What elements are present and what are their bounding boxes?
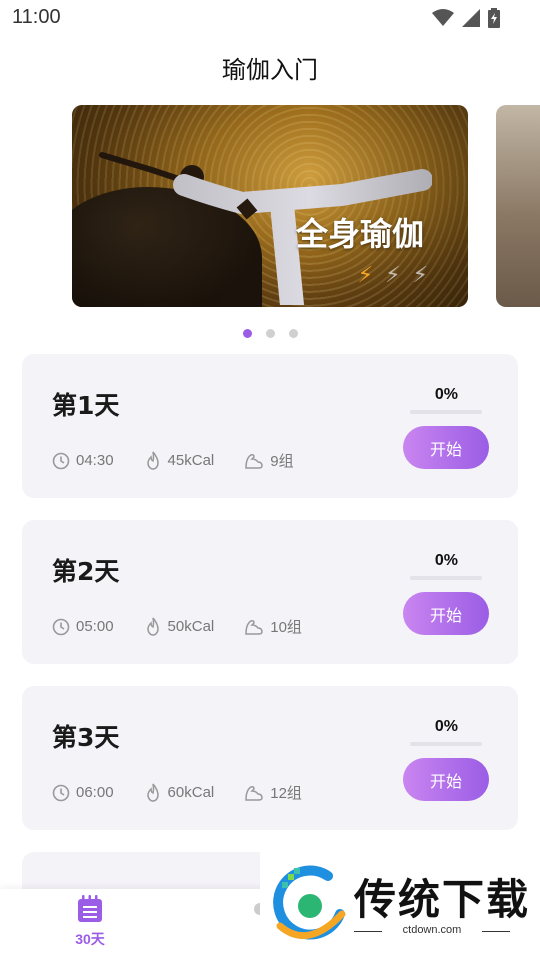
muscle-arm-icon (245, 453, 264, 469)
status-icons (432, 8, 500, 28)
groups-stat: 9组 (244, 450, 294, 471)
groups-stat: 10组 (244, 616, 302, 637)
clock-icon (52, 784, 70, 801)
lightning-bolt-icon: ⚡ (385, 263, 401, 288)
page-title: 瑜伽入门 (222, 56, 318, 84)
day-title: 第3天 (52, 723, 120, 752)
groups-value: 12组 (270, 785, 302, 802)
day-card[interactable]: 第1天 04:30 45kCal 9组 0% 开始 (22, 354, 518, 498)
watermark-url: ctdown.com (354, 924, 510, 936)
clock-icon (52, 452, 70, 469)
carousel-dot[interactable] (242, 329, 252, 338)
start-button[interactable]: 开始 (403, 426, 489, 469)
duration-value: 04:30 (76, 452, 114, 469)
battery-icon (488, 8, 500, 28)
watermark: 传统下载 ctdown.com (260, 852, 540, 960)
start-button[interactable]: 开始 (403, 592, 489, 635)
lightning-bolt-icon: ⚡ (357, 263, 374, 288)
banner-card-next[interactable] (496, 105, 540, 307)
calories-value: 50kCal (167, 618, 215, 635)
groups-stat: 12组 (244, 782, 302, 803)
duration-stat: 05:00 (52, 618, 114, 636)
wifi-icon (432, 9, 454, 26)
progress-bar (410, 410, 482, 414)
duration-value: 05:00 (76, 618, 114, 635)
flame-icon (146, 451, 159, 470)
cell-signal-icon (462, 9, 480, 27)
progress-label: 0% (434, 386, 458, 403)
groups-value: 10组 (270, 619, 302, 636)
calendar-list-icon (78, 895, 102, 922)
progress-bar (410, 576, 482, 580)
banner-title: 全身瑜伽 (295, 215, 424, 253)
banner-card-full-body-yoga[interactable]: 全身瑜伽 ⚡ ⚡ ⚡ (72, 105, 468, 307)
muscle-arm-icon (245, 785, 264, 801)
duration-value: 06:00 (76, 784, 114, 801)
status-time: 11:00 (12, 6, 61, 28)
groups-value: 9组 (270, 453, 294, 470)
course-carousel[interactable]: 全身瑜伽 ⚡ ⚡ ⚡ (0, 105, 540, 307)
tab-label: 30天 (75, 931, 105, 947)
day-title: 第2天 (52, 557, 120, 586)
progress-label: 0% (434, 718, 458, 735)
flame-icon (146, 617, 159, 636)
calories-value: 45kCal (167, 452, 215, 469)
watermark-logo (273, 865, 346, 940)
start-button[interactable]: 开始 (403, 758, 489, 801)
tab-30-days[interactable]: 30天 (50, 895, 130, 949)
flame-icon (146, 783, 159, 802)
day-stats: 06:00 60kCal 12组 (52, 782, 332, 803)
status-bar: 11:00 (0, 0, 540, 36)
lightning-bolt-icon: ⚡ (412, 263, 428, 288)
carousel-dot[interactable] (288, 329, 298, 338)
progress-label: 0% (434, 552, 458, 569)
duration-stat: 04:30 (52, 452, 114, 470)
day-card[interactable]: 第2天 05:00 50kCal 10组 0% 开始 (22, 520, 518, 664)
day-card[interactable]: 第3天 06:00 60kCal 12组 0% 开始 (22, 686, 518, 830)
clock-icon (52, 618, 70, 635)
progress-bar (410, 742, 482, 746)
calories-stat: 45kCal (144, 451, 215, 471)
day-stats: 04:30 45kCal 9组 (52, 450, 324, 471)
calories-stat: 50kCal (144, 617, 215, 637)
calories-stat: 60kCal (144, 783, 215, 803)
watermark-title: 传统下载 (354, 875, 531, 924)
calories-value: 60kCal (167, 784, 215, 801)
duration-stat: 06:00 (52, 784, 114, 802)
day-stats: 05:00 50kCal 10组 (52, 616, 332, 637)
carousel-indicator (0, 329, 540, 338)
difficulty-rating: ⚡ ⚡ ⚡ (358, 265, 428, 287)
muscle-arm-icon (245, 619, 264, 635)
carousel-dot[interactable] (265, 329, 275, 338)
day-title: 第1天 (52, 391, 120, 420)
